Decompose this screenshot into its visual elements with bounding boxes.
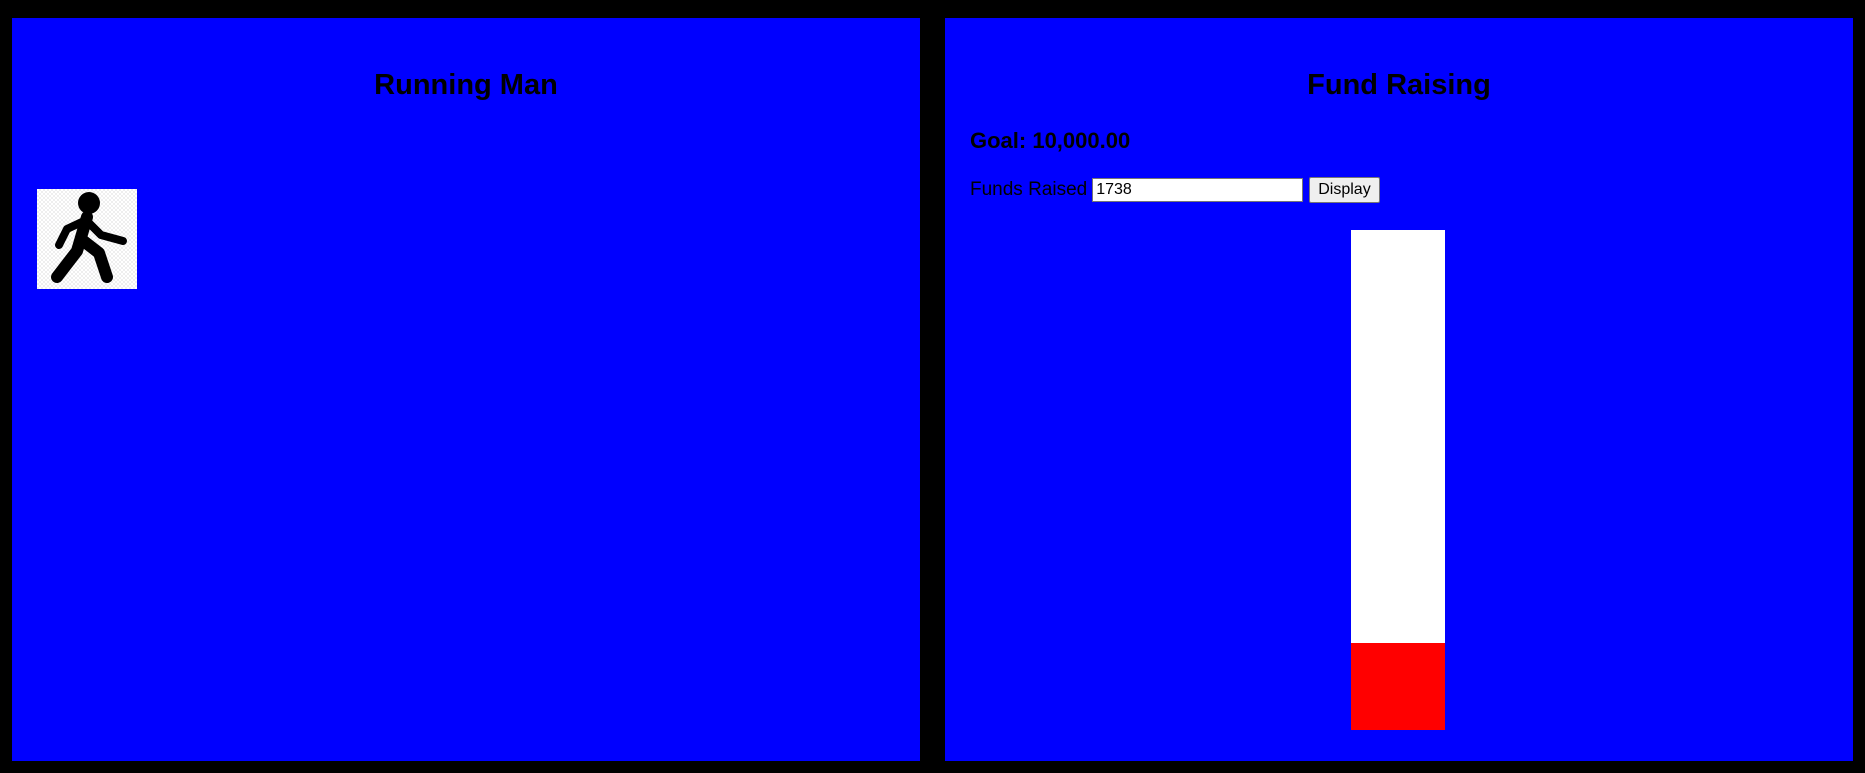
running-man-panel: Running Man [12,18,920,761]
funds-raised-input[interactable] [1092,178,1304,202]
running-man-title: Running Man [374,69,558,101]
display-button[interactable]: Display [1309,177,1380,203]
funds-raised-row: Funds Raised Display [970,176,1380,204]
fund-thermometer [1351,230,1445,730]
fund-thermometer-fill [1351,643,1445,730]
goal-label: Goal: 10,000.00 [970,128,1131,153]
funds-raised-label: Funds Raised [970,179,1088,200]
fund-raising-panel: Fund Raising Goal: 10,000.00 Funds Raise… [945,18,1853,761]
fund-raising-title: Fund Raising [1307,69,1491,101]
walking-man-icon [37,189,137,289]
